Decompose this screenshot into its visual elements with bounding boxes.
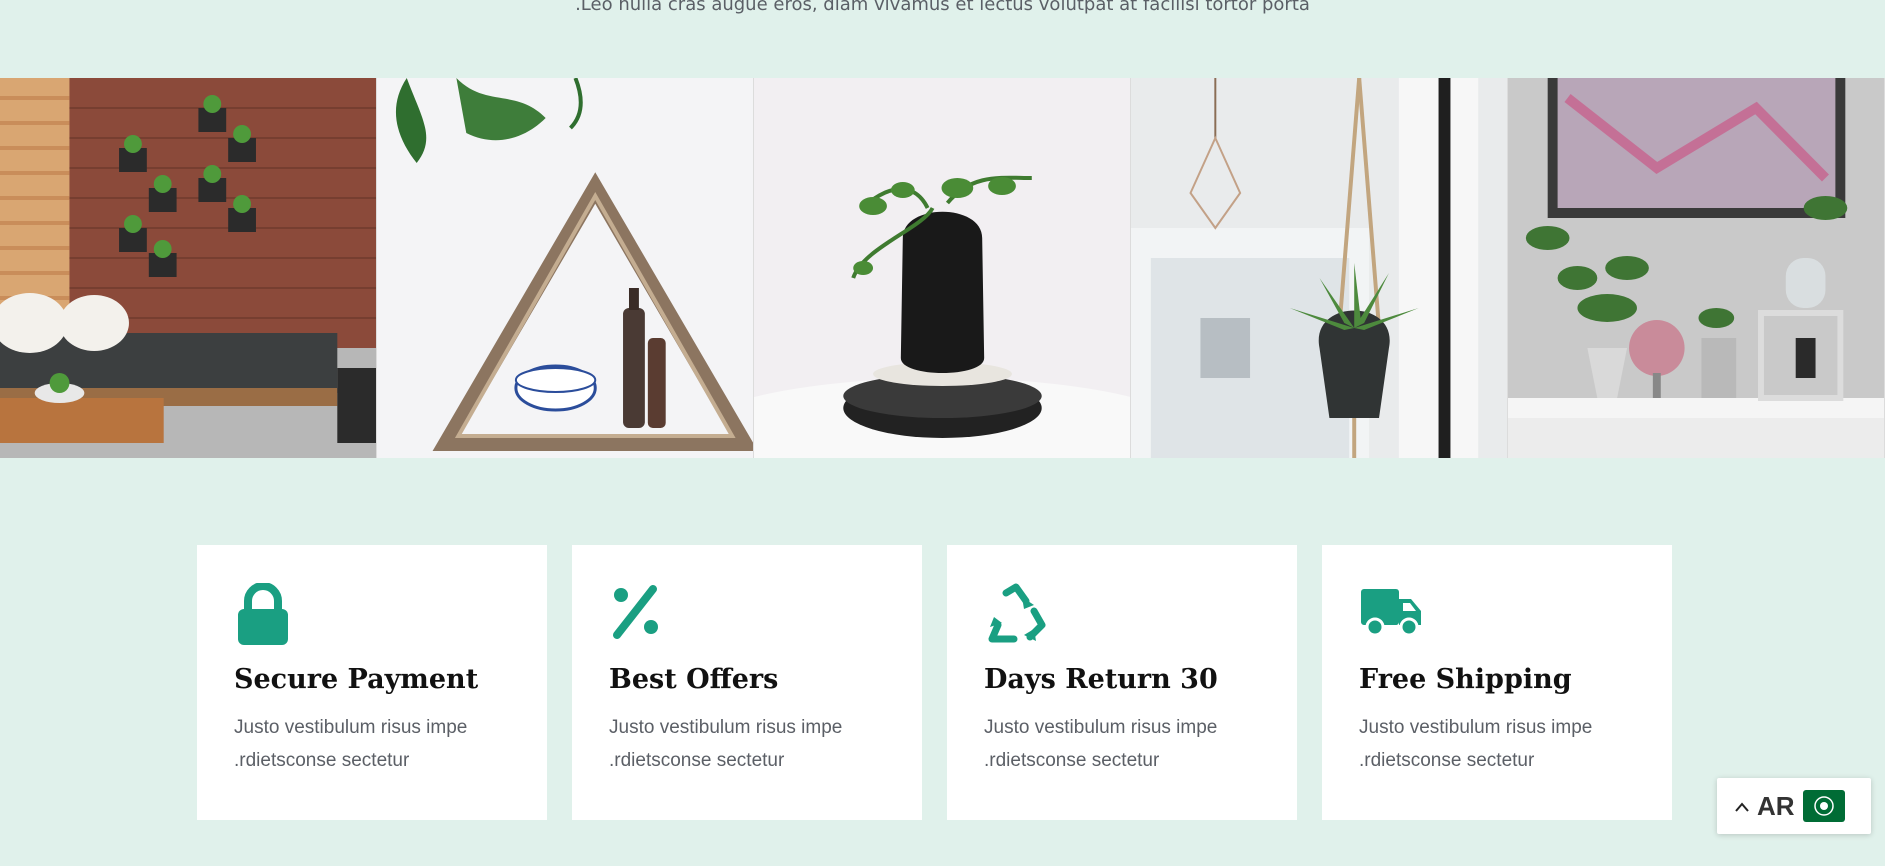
feature-text: Justo vestibulum risus impe .rdietsconse…: [234, 717, 468, 771]
recycle-icon: [984, 583, 1260, 645]
lock-icon: [234, 583, 510, 645]
feature-title: Days Return 30: [984, 664, 1218, 695]
black-vase-photo[interactable]: [754, 78, 1131, 458]
feature-card-best-offers: Best Offers Justo vestibulum risus impe …: [572, 545, 922, 820]
intro-text: .Leo nulla cras augue eros, diam vivamus…: [575, 0, 1310, 15]
triangle-shelf-photo[interactable]: [377, 78, 754, 458]
shelf-plants-photo[interactable]: [1508, 78, 1885, 458]
saudi-flag-icon[interactable]: [1802, 790, 1845, 822]
percent-icon: [609, 583, 885, 645]
outdoor-lounge-photo[interactable]: [0, 78, 377, 458]
chevron-up-icon[interactable]: [1735, 797, 1749, 816]
feature-card-free-shipping: Free Shipping Justo vestibulum risus imp…: [1322, 545, 1672, 820]
feature-title: Free Shipping: [1359, 664, 1572, 695]
feature-title: Secure Payment: [234, 664, 479, 695]
feature-text: Justo vestibulum risus impe .rdietsconse…: [1359, 717, 1593, 771]
feature-text: Justo vestibulum risus impe .rdietsconse…: [984, 717, 1218, 771]
feature-title: Best Offers: [609, 664, 779, 695]
language-code[interactable]: AR: [1757, 791, 1795, 822]
feature-text: Justo vestibulum risus impe .rdietsconse…: [609, 717, 843, 771]
feature-card-secure-payment: Secure Payment Justo vestibulum risus im…: [197, 545, 547, 820]
hanging-plant-photo[interactable]: [1131, 78, 1508, 458]
truck-icon: [1359, 583, 1635, 645]
language-switcher[interactable]: AR: [1717, 778, 1871, 834]
feature-card-days-return: Days Return 30 Justo vestibulum risus im…: [947, 545, 1297, 820]
features-row: Secure Payment Justo vestibulum risus im…: [197, 545, 1672, 820]
image-gallery: [0, 78, 1885, 458]
